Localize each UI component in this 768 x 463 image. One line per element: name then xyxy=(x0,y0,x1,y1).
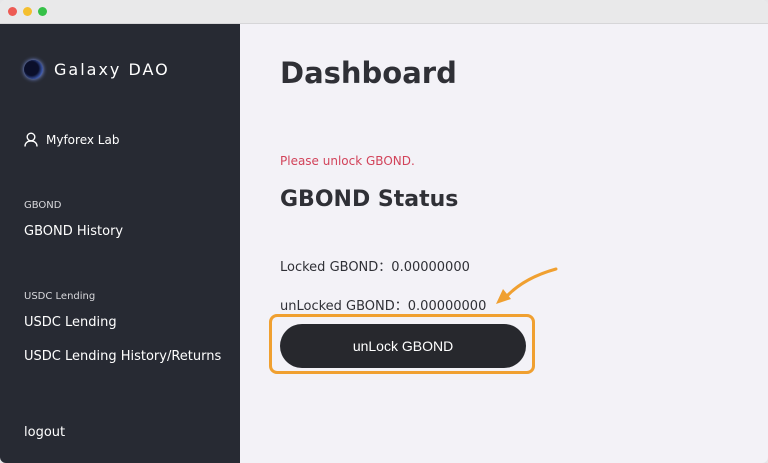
brand-logo[interactable]: Galaxy DAO xyxy=(24,60,170,79)
main-content: Dashboard Please unlock GBOND. GBOND Sta… xyxy=(240,24,768,463)
maximize-window-button[interactable] xyxy=(38,7,47,16)
unlocked-gbond-value: 0.00000000 xyxy=(407,299,487,314)
sidebar: Galaxy DAO Myforex Lab GBOND GBOND Histo… xyxy=(0,24,240,463)
sidebar-item-usdc-lending[interactable]: USDC Lending xyxy=(24,315,117,330)
section-label-gbond: GBOND xyxy=(24,200,62,211)
user-name: Myforex Lab xyxy=(46,132,120,147)
minimize-window-button[interactable] xyxy=(23,7,32,16)
pointer-arrow-icon xyxy=(496,267,558,304)
close-window-button[interactable] xyxy=(8,7,17,16)
app-window: Galaxy DAO Myforex Lab GBOND GBOND Histo… xyxy=(0,0,768,463)
page-title: Dashboard xyxy=(280,56,457,90)
user-account[interactable]: Myforex Lab xyxy=(24,132,119,147)
unlocked-gbond-label: unLocked GBOND： xyxy=(280,299,408,314)
gbond-status-title: GBOND Status xyxy=(280,187,459,212)
section-label-usdc-lending: USDC Lending xyxy=(24,291,96,302)
unlock-warning: Please unlock GBOND. xyxy=(280,154,415,168)
locked-gbond-value: 0.00000000 xyxy=(391,260,470,275)
title-bar xyxy=(0,0,768,24)
sidebar-item-usdc-lending-history[interactable]: USDC Lending History/Returns xyxy=(24,349,221,364)
unlock-gbond-button[interactable]: unLock GBOND xyxy=(280,324,526,368)
locked-gbond-label: Locked GBOND： xyxy=(280,260,392,275)
locked-gbond-row: Locked GBOND：0.00000000 xyxy=(280,256,470,275)
brand-name: Galaxy DAO xyxy=(54,60,170,79)
planet-icon xyxy=(24,60,43,79)
logout-link[interactable]: logout xyxy=(24,425,65,440)
user-icon xyxy=(24,132,38,147)
unlocked-gbond-row: unLocked GBOND：0.00000000 xyxy=(280,295,486,314)
sidebar-item-gbond-history[interactable]: GBOND History xyxy=(24,224,123,239)
